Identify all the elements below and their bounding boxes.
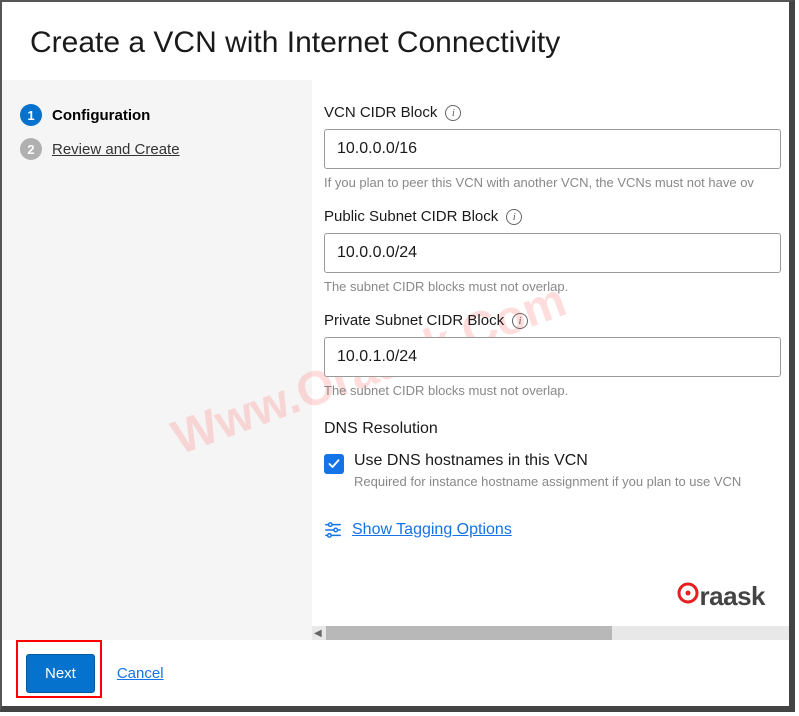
vcn-cidr-label: VCN CIDR Block i bbox=[324, 104, 781, 121]
dns-checkbox-help: Required for instance hostname assignmen… bbox=[354, 474, 741, 489]
dns-heading: DNS Resolution bbox=[324, 420, 781, 438]
info-icon[interactable]: i bbox=[512, 313, 528, 329]
show-tagging-link[interactable]: Show Tagging Options bbox=[352, 521, 512, 539]
main-panel: VCN CIDR Block i If you plan to peer thi… bbox=[312, 80, 789, 640]
vcn-cidr-help: If you plan to peer this VCN with anothe… bbox=[324, 175, 781, 190]
info-icon[interactable]: i bbox=[506, 209, 522, 225]
step-label: Review and Create bbox=[52, 141, 180, 158]
private-subnet-help: The subnet CIDR blocks must not overlap. bbox=[324, 383, 781, 398]
next-button[interactable]: Next bbox=[26, 654, 95, 693]
logo-icon bbox=[676, 581, 700, 605]
footer: Next Cancel bbox=[2, 640, 789, 707]
private-subnet-label: Private Subnet CIDR Block i bbox=[324, 312, 781, 329]
dns-checkbox[interactable] bbox=[324, 454, 344, 474]
step-configuration[interactable]: 1 Configuration bbox=[20, 104, 294, 126]
dns-checkbox-label: Use DNS hostnames in this VCN bbox=[354, 452, 741, 470]
wizard-sidebar: 1 Configuration 2 Review and Create bbox=[2, 80, 312, 640]
scrollbar-thumb[interactable] bbox=[326, 626, 612, 640]
private-subnet-input[interactable] bbox=[324, 337, 781, 377]
vcn-cidr-input[interactable] bbox=[324, 129, 781, 169]
cancel-link[interactable]: Cancel bbox=[117, 665, 164, 682]
public-subnet-label: Public Subnet CIDR Block i bbox=[324, 208, 781, 225]
info-icon[interactable]: i bbox=[445, 105, 461, 121]
page-title: Create a VCN with Internet Connectivity bbox=[30, 26, 761, 60]
scroll-left-arrow-icon[interactable]: ◀ bbox=[314, 628, 322, 639]
public-subnet-help: The subnet CIDR blocks must not overlap. bbox=[324, 279, 781, 294]
oraask-logo: raask bbox=[676, 581, 765, 612]
checkmark-icon bbox=[328, 458, 340, 470]
step-number-icon: 1 bbox=[20, 104, 42, 126]
horizontal-scrollbar[interactable]: ◀ bbox=[312, 626, 789, 640]
step-label: Configuration bbox=[52, 107, 150, 124]
public-subnet-input[interactable] bbox=[324, 233, 781, 273]
sliders-icon bbox=[324, 521, 342, 539]
step-review-create[interactable]: 2 Review and Create bbox=[20, 138, 294, 160]
step-number-icon: 2 bbox=[20, 138, 42, 160]
